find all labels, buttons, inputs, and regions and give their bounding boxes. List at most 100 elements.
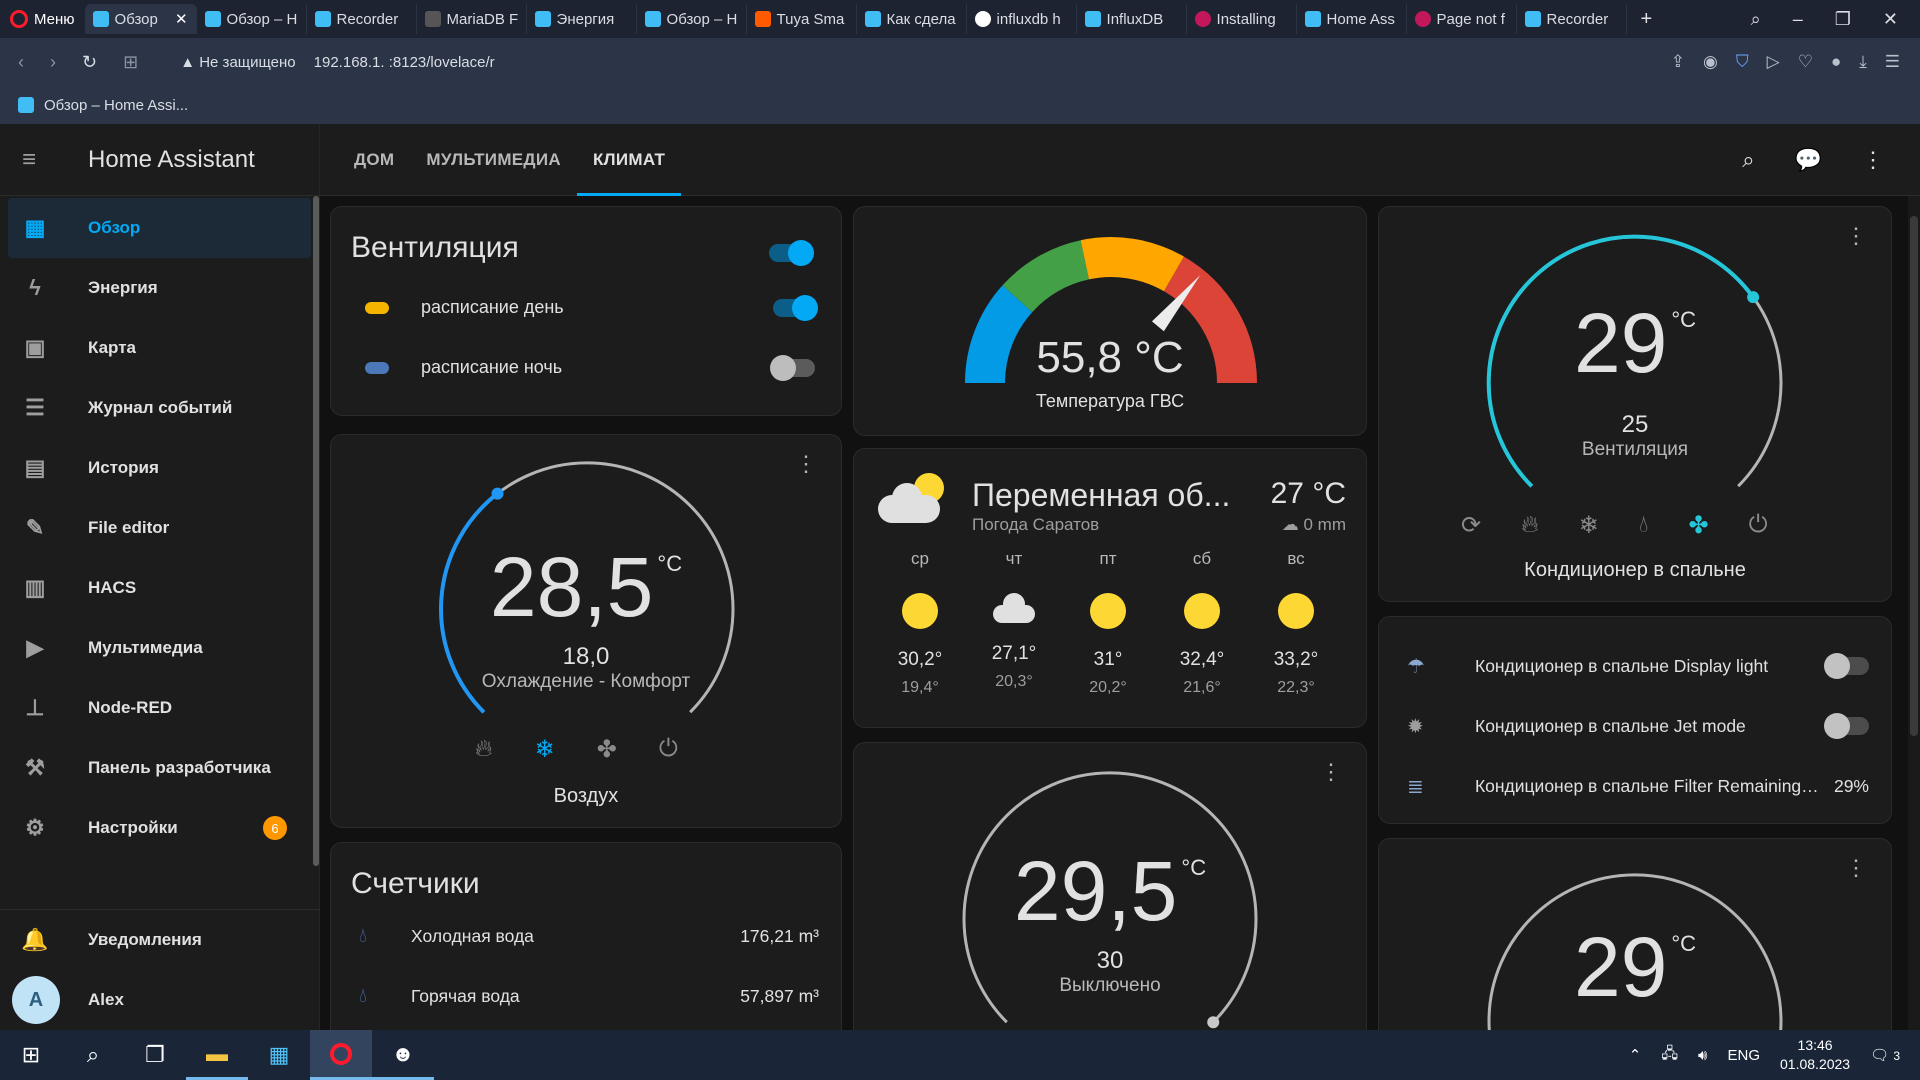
sidebar-item-map[interactable]: ▣ Карта — [0, 318, 319, 378]
schedule-day-toggle[interactable] — [773, 294, 818, 321]
browser-tab[interactable]: MariaDB F — [417, 4, 527, 34]
fan-icon[interactable]: ✤ — [597, 735, 617, 764]
reload-icon[interactable]: ↻ — [82, 52, 97, 73]
current-temperature: 29 °C — [1573, 296, 1697, 390]
windows-start-icon[interactable]: ⊞ — [0, 1030, 62, 1080]
forecast-day: вс 33,2° 22,3° — [1273, 549, 1319, 696]
more-options-icon[interactable]: ⋮ — [1862, 147, 1884, 173]
sidebar-item-developer-tools[interactable]: ⚒ Панель разработчика — [0, 738, 319, 798]
profile-icon[interactable]: ● — [1831, 52, 1841, 72]
shield-icon[interactable]: ⛉ — [1736, 52, 1749, 72]
sidebar-item-energy[interactable]: ϟ Энергия — [0, 258, 319, 318]
browser-tab[interactable]: Обзор – Н — [197, 4, 307, 34]
tab-home[interactable]: ДОМ — [338, 124, 410, 196]
restore-icon[interactable]: ❐ — [1835, 9, 1851, 30]
page-scrollbar[interactable] — [1908, 196, 1920, 1030]
schedule-day-label: расписание день — [421, 297, 564, 317]
avatar: A — [12, 976, 60, 1024]
heart-icon[interactable]: ♡ — [1798, 52, 1813, 72]
tab-media[interactable]: МУЛЬТИМЕДИА — [410, 124, 577, 196]
forward-icon[interactable]: › — [50, 52, 56, 73]
gear-icon: ⚙ — [25, 815, 45, 840]
settings-badge: 6 — [263, 816, 287, 840]
browser-tab[interactable]: Энергия — [527, 4, 637, 34]
url-field[interactable]: 192.168.1. :8123/lovelace/r — [314, 54, 495, 71]
tab-overview-icon[interactable]: ⊞ — [123, 52, 138, 73]
menu-collapse-icon[interactable]: ≡ — [22, 146, 68, 174]
sidebar-item-overview[interactable]: ▦ Обзор — [8, 198, 311, 258]
snowflake-icon[interactable]: ❄ — [1579, 511, 1599, 540]
weather-card[interactable]: Переменная об... 27 °C Погода Саратов ☁ … — [853, 448, 1367, 728]
network-icon[interactable]: 🖧 — [1661, 1043, 1678, 1068]
close-tab-icon[interactable]: ✕ — [175, 10, 188, 28]
browser-tab[interactable]: Обзор – Н — [637, 4, 747, 34]
minimize-icon[interactable]: – — [1793, 9, 1803, 30]
sidebar-item-settings[interactable]: ⚙ Настройки 6 — [0, 798, 319, 858]
sidebar-item-profile[interactable]: A Alex — [0, 970, 320, 1030]
sidebar-item-logbook[interactable]: ☰ Журнал событий — [0, 378, 319, 438]
browser-tab[interactable]: influxdb h — [967, 4, 1077, 34]
scrollbar-thumb[interactable] — [1910, 216, 1918, 736]
bookmark-item[interactable]: Обзор – Home Assi... — [44, 97, 188, 114]
dry-mode-icon[interactable]: 💧︎ — [1639, 511, 1649, 540]
search-tabs-icon[interactable]: ⌕ — [1751, 9, 1761, 30]
browser-menu-button[interactable]: Меню — [0, 0, 85, 38]
new-tab-button[interactable]: + — [1627, 8, 1667, 31]
browser-tab[interactable]: Как сдела — [857, 4, 967, 34]
share-icon[interactable]: ⇪ — [1671, 52, 1685, 72]
thermostat-dial[interactable] — [1379, 207, 1893, 603]
fan-icon[interactable]: ✤ — [1688, 511, 1708, 540]
entity-row[interactable]: ≣ Кондиционер в спальне Filter Remaining … — [1407, 761, 1869, 811]
sidebar-item-media[interactable]: ▶ Мультимедиа — [0, 618, 319, 678]
power-icon[interactable]: ⏻ — [1749, 511, 1768, 540]
security-warning[interactable]: ▲ Не защищено — [180, 54, 295, 71]
notification-center-icon[interactable]: 🗨 3 — [1870, 1046, 1900, 1064]
display-light-toggle[interactable] — [1824, 653, 1869, 679]
sidebar-item-history[interactable]: ▤ История — [0, 438, 319, 498]
app-icon[interactable]: ☻ — [372, 1030, 434, 1080]
browser-tab[interactable]: Installing — [1187, 4, 1297, 34]
store-icon[interactable]: ▦ — [248, 1030, 310, 1080]
sidebar-scrollbar[interactable] — [313, 196, 319, 866]
jet-mode-toggle[interactable] — [1824, 713, 1869, 739]
browser-tab[interactable]: Tuya Sma — [747, 4, 857, 34]
ventilation-main-toggle[interactable] — [769, 240, 814, 266]
browser-tab[interactable]: InfluxDB — [1077, 4, 1187, 34]
file-explorer-icon[interactable]: ▬ — [186, 1030, 248, 1080]
entity-row[interactable]: ✹ Кондиционер в спальне Jet mode — [1407, 701, 1869, 751]
browser-tab[interactable]: Page not f — [1407, 4, 1517, 34]
camera-icon[interactable]: ◉ — [1703, 52, 1718, 72]
chevron-up-icon[interactable]: ⌃ — [1629, 1046, 1642, 1064]
browser-tab[interactable]: Recorder — [307, 4, 417, 34]
sidebar-item-file-editor[interactable]: ✎ File editor — [0, 498, 319, 558]
close-window-icon[interactable]: ✕ — [1883, 9, 1898, 30]
auto-mode-icon[interactable]: ⟳ — [1461, 511, 1481, 540]
search-icon[interactable]: ⌕ — [62, 1030, 124, 1080]
browser-tab[interactable]: Recorder — [1517, 4, 1627, 34]
power-icon[interactable]: ⏻ — [659, 735, 678, 764]
schedule-night-toggle[interactable] — [770, 354, 815, 381]
snowflake-icon[interactable]: ❄ — [535, 735, 555, 764]
home-assistant-favicon-icon — [534, 11, 551, 27]
sidebar-item-hacs[interactable]: ▥ HACS — [0, 558, 319, 618]
sidebar-item-node-red[interactable]: ⊥ Node-RED — [0, 678, 319, 738]
flame-icon[interactable]: 🔥︎ — [1521, 511, 1539, 540]
assist-icon[interactable]: 💬 — [1795, 147, 1822, 173]
task-view-icon[interactable]: ❐ — [124, 1030, 186, 1080]
tab-climate[interactable]: КЛИМАТ — [576, 124, 682, 196]
browser-tab[interactable]: Обзор ✕ — [84, 4, 197, 34]
language-indicator[interactable]: ENG — [1728, 1047, 1761, 1064]
opera-browser-icon[interactable] — [310, 1030, 372, 1080]
sidebar-item-notifications[interactable]: 🔔 Уведомления — [0, 910, 320, 970]
flame-icon[interactable]: 🔥︎ — [475, 735, 493, 764]
gauge-card[interactable]: 55,8 °C Температура ГВС — [853, 206, 1367, 436]
browser-tab[interactable]: Home Ass — [1297, 4, 1407, 34]
back-icon[interactable]: ‹ — [18, 52, 24, 73]
download-icon[interactable]: ⤓ — [1859, 52, 1867, 72]
entity-row[interactable]: ☂ Кондиционер в спальне Display light — [1407, 641, 1869, 691]
search-icon[interactable]: ⌕ — [1742, 147, 1754, 173]
send-icon[interactable]: ▷ — [1767, 52, 1780, 72]
volume-icon[interactable]: 🔊︎ — [1698, 1047, 1707, 1064]
settings-sliders-icon[interactable]: ☰ — [1885, 52, 1900, 72]
clock[interactable]: 13:46 01.08.2023 — [1780, 1036, 1850, 1074]
